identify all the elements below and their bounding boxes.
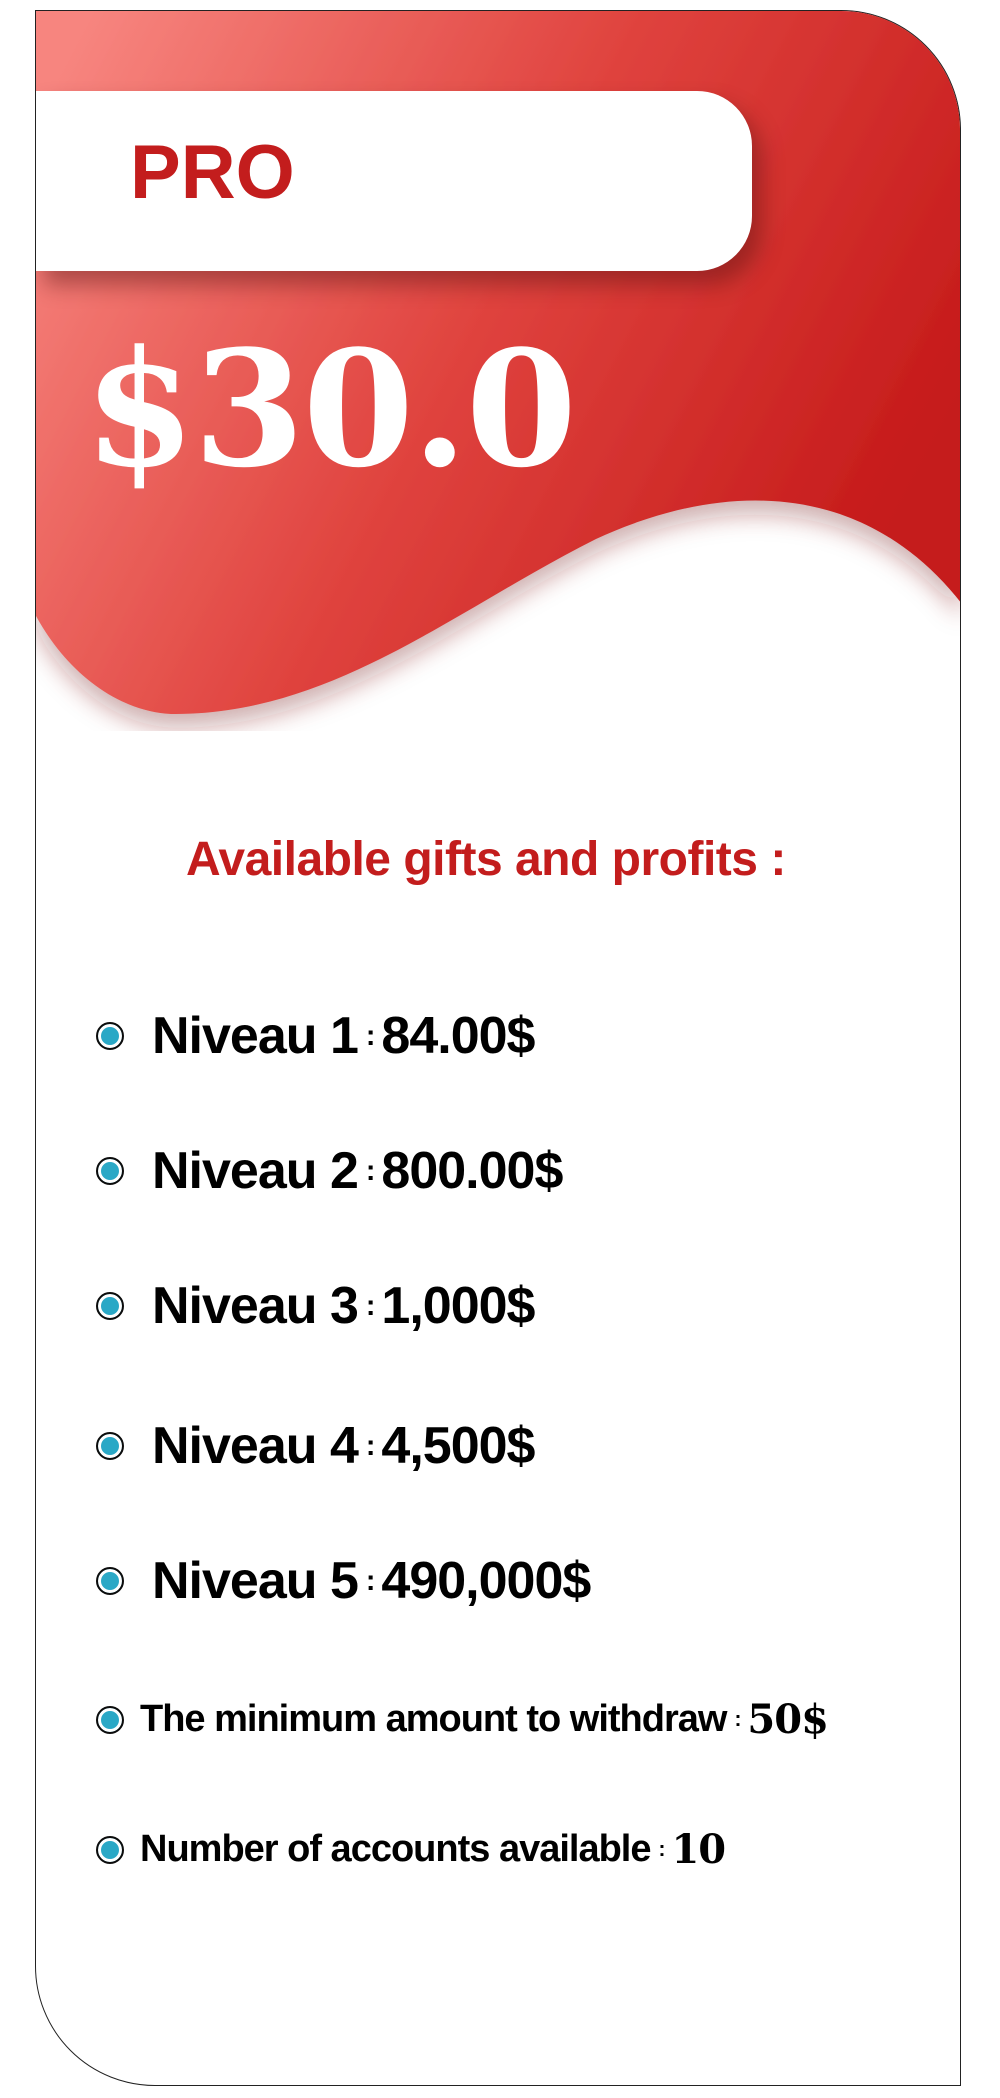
feature-level-2: Niveau 2 : 800.00$ (96, 1141, 563, 1201)
feature-separator: : (365, 1154, 376, 1187)
plan-name: PRO (130, 130, 295, 215)
feature-value: 10 (671, 1826, 726, 1873)
feature-separator: : (658, 1837, 666, 1861)
feature-min-withdraw: The minimum amount to withdraw : 50$ (96, 1696, 829, 1743)
bullet-icon (96, 1432, 124, 1460)
plan-price: $30.0 (84, 315, 577, 503)
feature-level-4: Niveau 4 : 4,500$ (96, 1416, 535, 1476)
feature-value: 4,500$ (381, 1417, 535, 1475)
feature-separator: : (365, 1429, 376, 1462)
pricing-card: PRO $30.0 Available gifts and profits : … (35, 10, 961, 2086)
feature-accounts-available: Number of accounts available : 10 (96, 1826, 726, 1873)
feature-label: Niveau 5 (152, 1552, 359, 1610)
feature-value: 490,000$ (381, 1552, 591, 1610)
bullet-icon (96, 1705, 124, 1734)
feature-separator: : (365, 1564, 376, 1597)
bullet-icon (96, 1022, 124, 1050)
bullet-icon (96, 1292, 124, 1320)
feature-label: Niveau 2 (152, 1142, 359, 1200)
plan-name-box: PRO (36, 91, 752, 271)
feature-level-3: Niveau 3 : 1,000$ (96, 1276, 535, 1336)
feature-value: 1,000$ (381, 1277, 535, 1335)
feature-label: The minimum amount to withdraw (140, 1698, 727, 1740)
bullet-icon (96, 1835, 124, 1864)
feature-value: 50$ (747, 1696, 828, 1743)
feature-level-1: Niveau 1 : 84.00$ (96, 1006, 535, 1066)
feature-label: Niveau 3 (152, 1277, 359, 1335)
bullet-icon (96, 1567, 124, 1595)
bullet-icon (96, 1157, 124, 1185)
feature-level-5: Niveau 5 : 490,000$ (96, 1551, 591, 1611)
feature-value: 800.00$ (381, 1142, 563, 1200)
feature-label: Niveau 1 (152, 1007, 359, 1065)
feature-separator: : (365, 1289, 376, 1322)
section-title: Available gifts and profits : (186, 833, 786, 886)
feature-label: Number of accounts available (140, 1828, 651, 1870)
feature-separator: : (365, 1019, 376, 1052)
feature-separator: : (734, 1707, 742, 1731)
feature-label: Niveau 4 (152, 1417, 359, 1475)
feature-value: 84.00$ (381, 1007, 535, 1065)
